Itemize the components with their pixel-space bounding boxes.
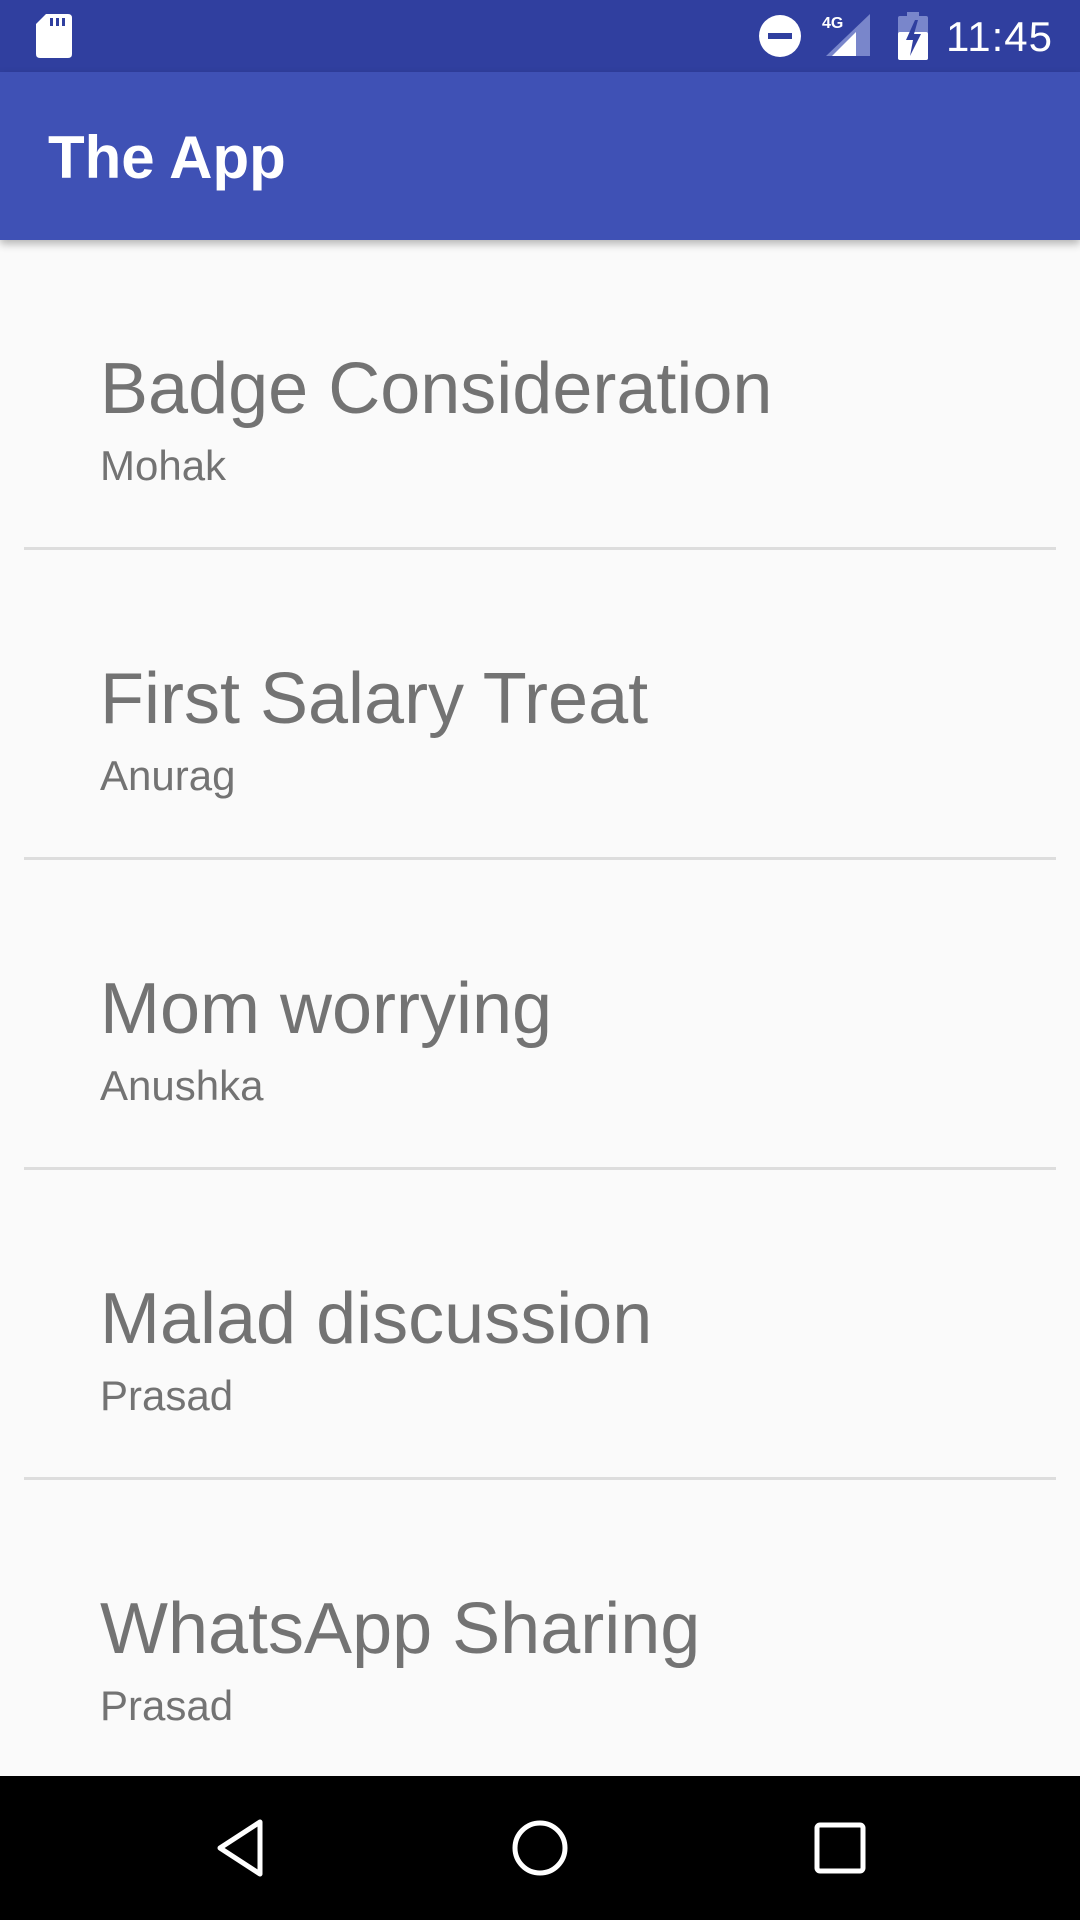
- item-title: WhatsApp Sharing: [100, 1589, 701, 1669]
- list-item[interactable]: WhatsApp Sharing Prasad: [24, 1480, 1056, 1776]
- app-title: The App: [48, 124, 286, 191]
- do-not-disturb-icon: [759, 15, 801, 57]
- home-icon[interactable]: [510, 1818, 570, 1878]
- item-title: First Salary Treat: [100, 659, 649, 739]
- recents-icon[interactable]: [810, 1818, 870, 1878]
- status-bar: 4G 11:45: [0, 0, 1080, 72]
- list-item[interactable]: Badge Consideration Mohak: [24, 240, 1056, 550]
- item-subtitle: Mohak: [100, 442, 227, 489]
- battery-charging-icon: [898, 12, 928, 60]
- list-item[interactable]: First Salary Treat Anurag: [24, 550, 1056, 860]
- cell-signal-icon: 4G: [822, 14, 870, 56]
- item-title: Malad discussion: [100, 1279, 653, 1359]
- app-bar: The App: [0, 72, 1080, 240]
- list-item[interactable]: Malad discussion Prasad: [24, 1170, 1056, 1480]
- item-title: Badge Consideration: [100, 349, 773, 429]
- notes-list: Badge Consideration Mohak First Salary T…: [0, 240, 1080, 1776]
- back-icon[interactable]: [210, 1818, 270, 1878]
- item-subtitle: Prasad: [100, 1682, 234, 1729]
- network-type-label: 4G: [822, 15, 843, 32]
- status-time: 11:45: [946, 13, 1053, 60]
- item-title: Mom worrying: [100, 969, 553, 1049]
- item-subtitle: Prasad: [100, 1372, 234, 1419]
- list-item[interactable]: Mom worrying Anushka: [24, 860, 1056, 1170]
- sd-card-icon: [36, 14, 72, 58]
- item-subtitle: Anurag: [100, 752, 236, 799]
- item-subtitle: Anushka: [100, 1062, 264, 1109]
- navigation-bar: [0, 1776, 1080, 1920]
